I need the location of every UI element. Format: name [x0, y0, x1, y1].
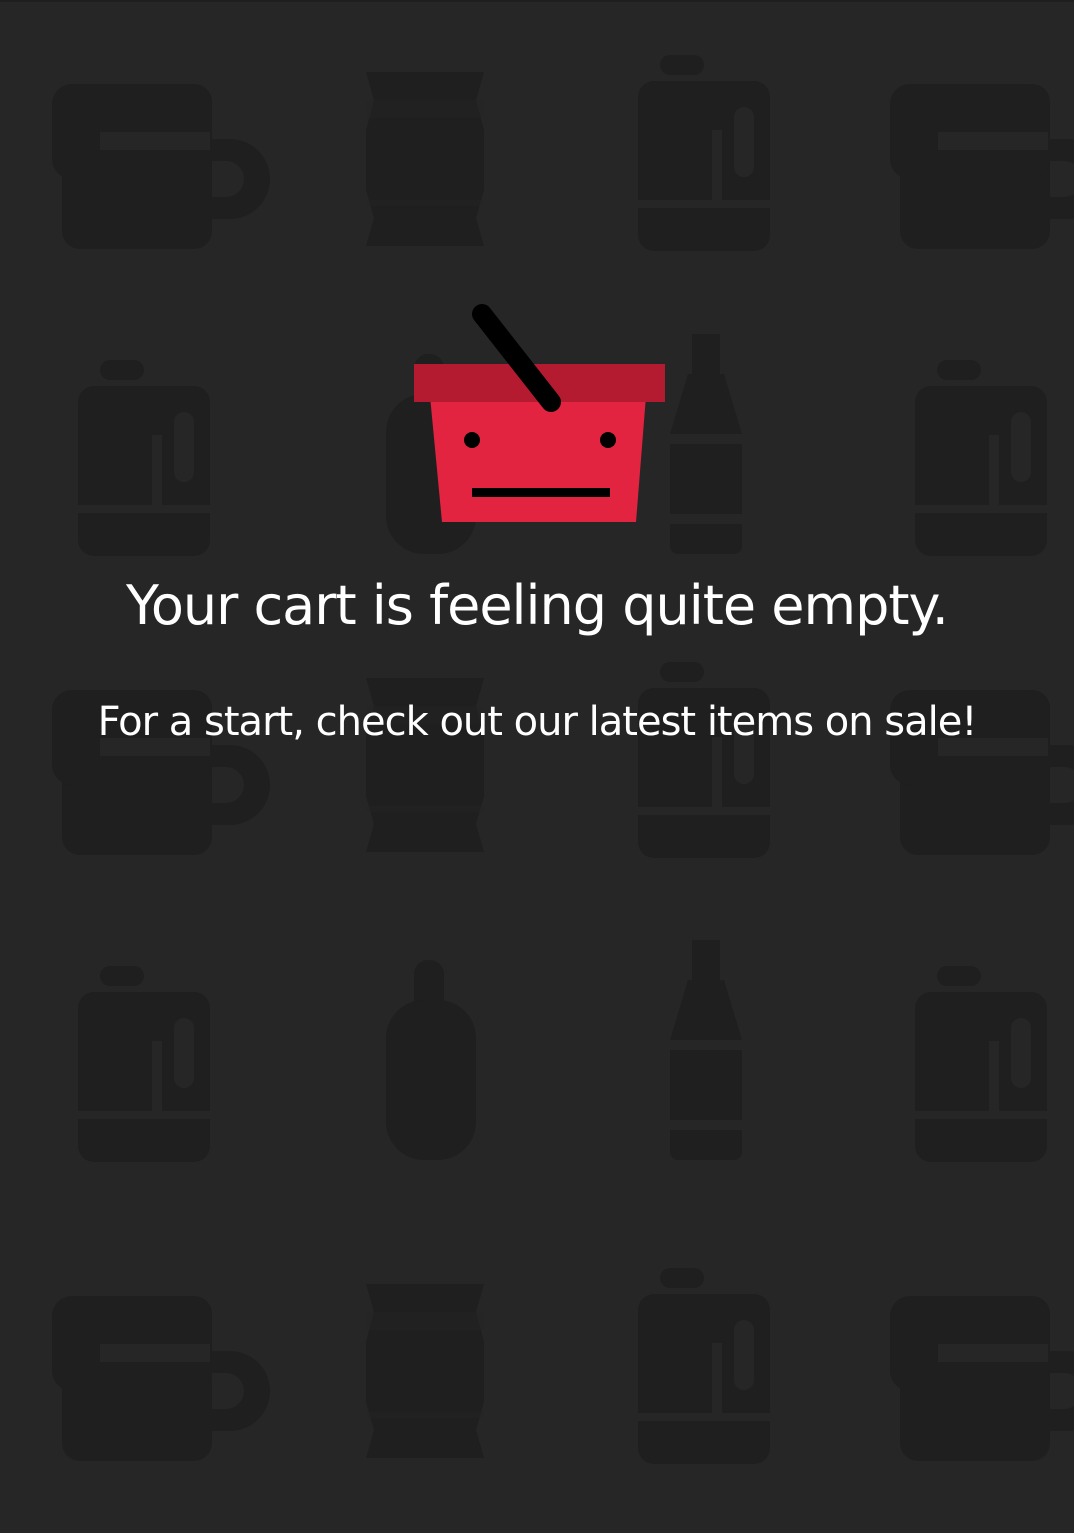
empty-cart-screen: Your cart is feeling quite empty. For a … [0, 0, 1074, 1533]
sad-basket-icon [414, 304, 665, 522]
empty-cart-subtitle: For a start, check out our latest items … [97, 699, 978, 745]
empty-cart-title: Your cart is feeling quite empty. [126, 574, 949, 637]
empty-cart-message: Your cart is feeling quite empty. For a … [0, 2, 1074, 1533]
